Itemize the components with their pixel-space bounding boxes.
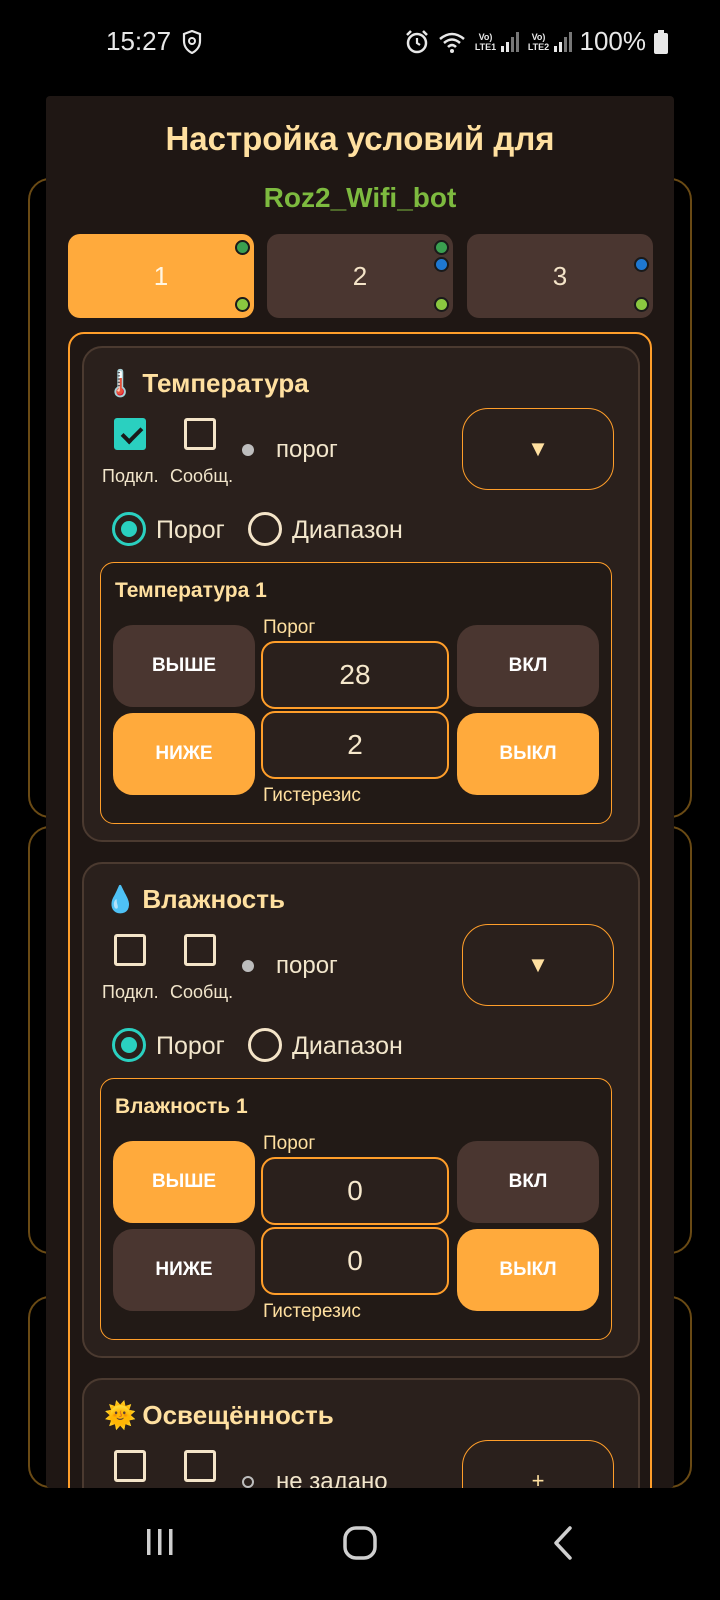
tab-label: 3 bbox=[552, 260, 568, 291]
bot-name: Roz2_Wifi_bot bbox=[263, 182, 457, 213]
tab-2[interactable]: 2 bbox=[267, 234, 453, 318]
battery-percent: 100% bbox=[579, 26, 647, 56]
sensor-card-illuminance: 🌞 Освещённость не задано + bbox=[82, 1378, 640, 1488]
sensor-header: 💧 Влажность bbox=[104, 884, 285, 915]
status-dot bbox=[235, 297, 250, 312]
status-bar: 15:27 Vo) LTE1 Vo) LTE2 100% bbox=[0, 0, 720, 88]
radio-threshold[interactable] bbox=[112, 512, 146, 546]
notify-label: Сообщ. bbox=[170, 982, 234, 1002]
home-icon[interactable] bbox=[330, 1518, 390, 1568]
dialog-title: Настройка условий для bbox=[165, 120, 555, 157]
conditions-panel: 🌡️ Температура Подкл. Сообщ. порог ▼ Пор… bbox=[68, 332, 652, 1488]
condition-box: Температура 1 Порог ВЫШЕ НИЖЕ 28 2 Гисте… bbox=[100, 562, 612, 824]
connect-checkbox[interactable] bbox=[114, 418, 146, 450]
mode-dot bbox=[242, 960, 254, 972]
add-button[interactable]: + bbox=[462, 1440, 614, 1488]
radio-threshold-label: Порог bbox=[156, 1032, 225, 1060]
radio-threshold-label: Порог bbox=[156, 516, 225, 544]
mode-dot bbox=[242, 1476, 254, 1488]
sensor-header: 🌡️ Температура bbox=[104, 368, 309, 399]
on-button[interactable]: ВКЛ bbox=[457, 625, 599, 707]
chevron-down-icon: ▼ bbox=[527, 952, 549, 977]
sensor-card-humidity: 💧 Влажность Подкл. Сообщ. порог ▼ Порог … bbox=[82, 862, 640, 1358]
dropdown-button[interactable]: ▼ bbox=[462, 408, 614, 490]
alarm-icon bbox=[405, 29, 428, 53]
back-icon[interactable] bbox=[534, 1518, 594, 1568]
plus-icon: + bbox=[531, 1468, 545, 1488]
condition-tabs: 1 2 3 bbox=[68, 234, 653, 318]
connect-label: Подкл. bbox=[102, 466, 159, 486]
mode-dot bbox=[242, 444, 254, 456]
threshold-label: Порог bbox=[263, 617, 316, 638]
status-dot bbox=[434, 257, 449, 272]
recent-apps-icon[interactable] bbox=[130, 1518, 190, 1568]
connect-label: Подкл. bbox=[102, 982, 159, 1002]
droplet-icon: 💧 bbox=[104, 884, 137, 914]
status-time: 15:27 bbox=[106, 26, 172, 56]
radio-range[interactable] bbox=[248, 512, 282, 546]
notify-checkbox[interactable] bbox=[184, 418, 216, 450]
sensor-name: Влажность bbox=[142, 884, 285, 914]
below-button[interactable]: НИЖЕ bbox=[113, 713, 255, 795]
status-dot bbox=[434, 297, 449, 312]
sim2-signal: Vo) LTE2 bbox=[527, 31, 572, 52]
radio-range[interactable] bbox=[248, 1028, 282, 1062]
notify-checkbox[interactable] bbox=[184, 934, 216, 966]
status-dot bbox=[634, 257, 649, 272]
tab-3[interactable]: 3 bbox=[467, 234, 653, 318]
sensor-name: Освещённость bbox=[142, 1400, 334, 1430]
tab-label: 1 bbox=[153, 260, 169, 291]
status-dot bbox=[235, 240, 250, 255]
dropdown-button[interactable]: ▼ bbox=[462, 924, 614, 1006]
chevron-down-icon: ▼ bbox=[527, 436, 549, 461]
above-button[interactable]: ВЫШЕ bbox=[113, 1141, 255, 1223]
on-button[interactable]: ВКЛ bbox=[457, 1141, 599, 1223]
battery-icon bbox=[654, 29, 668, 54]
sensor-name: Температура bbox=[142, 368, 309, 398]
sun-icon: 🌞 bbox=[104, 1400, 137, 1430]
mode-text: порог bbox=[276, 952, 338, 979]
tab-1[interactable]: 1 bbox=[68, 234, 254, 318]
tab-label: 2 bbox=[352, 260, 368, 291]
below-button[interactable]: НИЖЕ bbox=[113, 1229, 255, 1311]
mode-text: не задано bbox=[276, 1468, 388, 1488]
navigation-bar bbox=[0, 1488, 720, 1600]
threshold-input[interactable]: 28 bbox=[261, 641, 449, 709]
sensor-header: 🌞 Освещённость bbox=[104, 1400, 334, 1431]
signal-icon bbox=[500, 31, 519, 52]
above-button[interactable]: ВЫШЕ bbox=[113, 625, 255, 707]
connect-checkbox[interactable] bbox=[114, 1450, 146, 1482]
off-button[interactable]: ВЫКЛ bbox=[457, 1229, 599, 1311]
shield-icon bbox=[182, 30, 202, 54]
off-button[interactable]: ВЫКЛ bbox=[457, 713, 599, 795]
condition-title: Влажность 1 bbox=[115, 1095, 248, 1118]
condition-box: Влажность 1 Порог ВЫШЕ НИЖЕ 0 0 Гистерез… bbox=[100, 1078, 612, 1340]
notify-label: Сообщ. bbox=[170, 466, 234, 486]
thermometer-icon: 🌡️ bbox=[104, 368, 137, 398]
conditions-dialog: Настройка условий для Roz2_Wifi_bot 1 2 … bbox=[46, 96, 674, 1488]
threshold-label: Порог bbox=[263, 1133, 316, 1154]
radio-threshold[interactable] bbox=[112, 1028, 146, 1062]
status-dot bbox=[434, 240, 449, 255]
connect-checkbox[interactable] bbox=[114, 934, 146, 966]
status-dot bbox=[634, 297, 649, 312]
radio-range-label: Диапазон bbox=[292, 1032, 403, 1060]
sim1-signal: Vo) LTE1 bbox=[474, 31, 519, 52]
threshold-input[interactable]: 0 bbox=[261, 1157, 449, 1225]
sensor-card-temperature: 🌡️ Температура Подкл. Сообщ. порог ▼ Пор… bbox=[82, 346, 640, 842]
hysteresis-label: Гистерезис bbox=[263, 785, 361, 806]
radio-range-label: Диапазон bbox=[292, 516, 403, 544]
mode-text: порог bbox=[276, 436, 338, 463]
condition-title: Температура 1 bbox=[115, 579, 267, 602]
notify-checkbox[interactable] bbox=[184, 1450, 216, 1482]
hysteresis-input[interactable]: 0 bbox=[261, 1227, 449, 1295]
wifi-icon bbox=[438, 32, 465, 53]
hysteresis-input[interactable]: 2 bbox=[261, 711, 449, 779]
hysteresis-label: Гистерезис bbox=[263, 1301, 361, 1322]
signal-icon bbox=[553, 31, 572, 52]
